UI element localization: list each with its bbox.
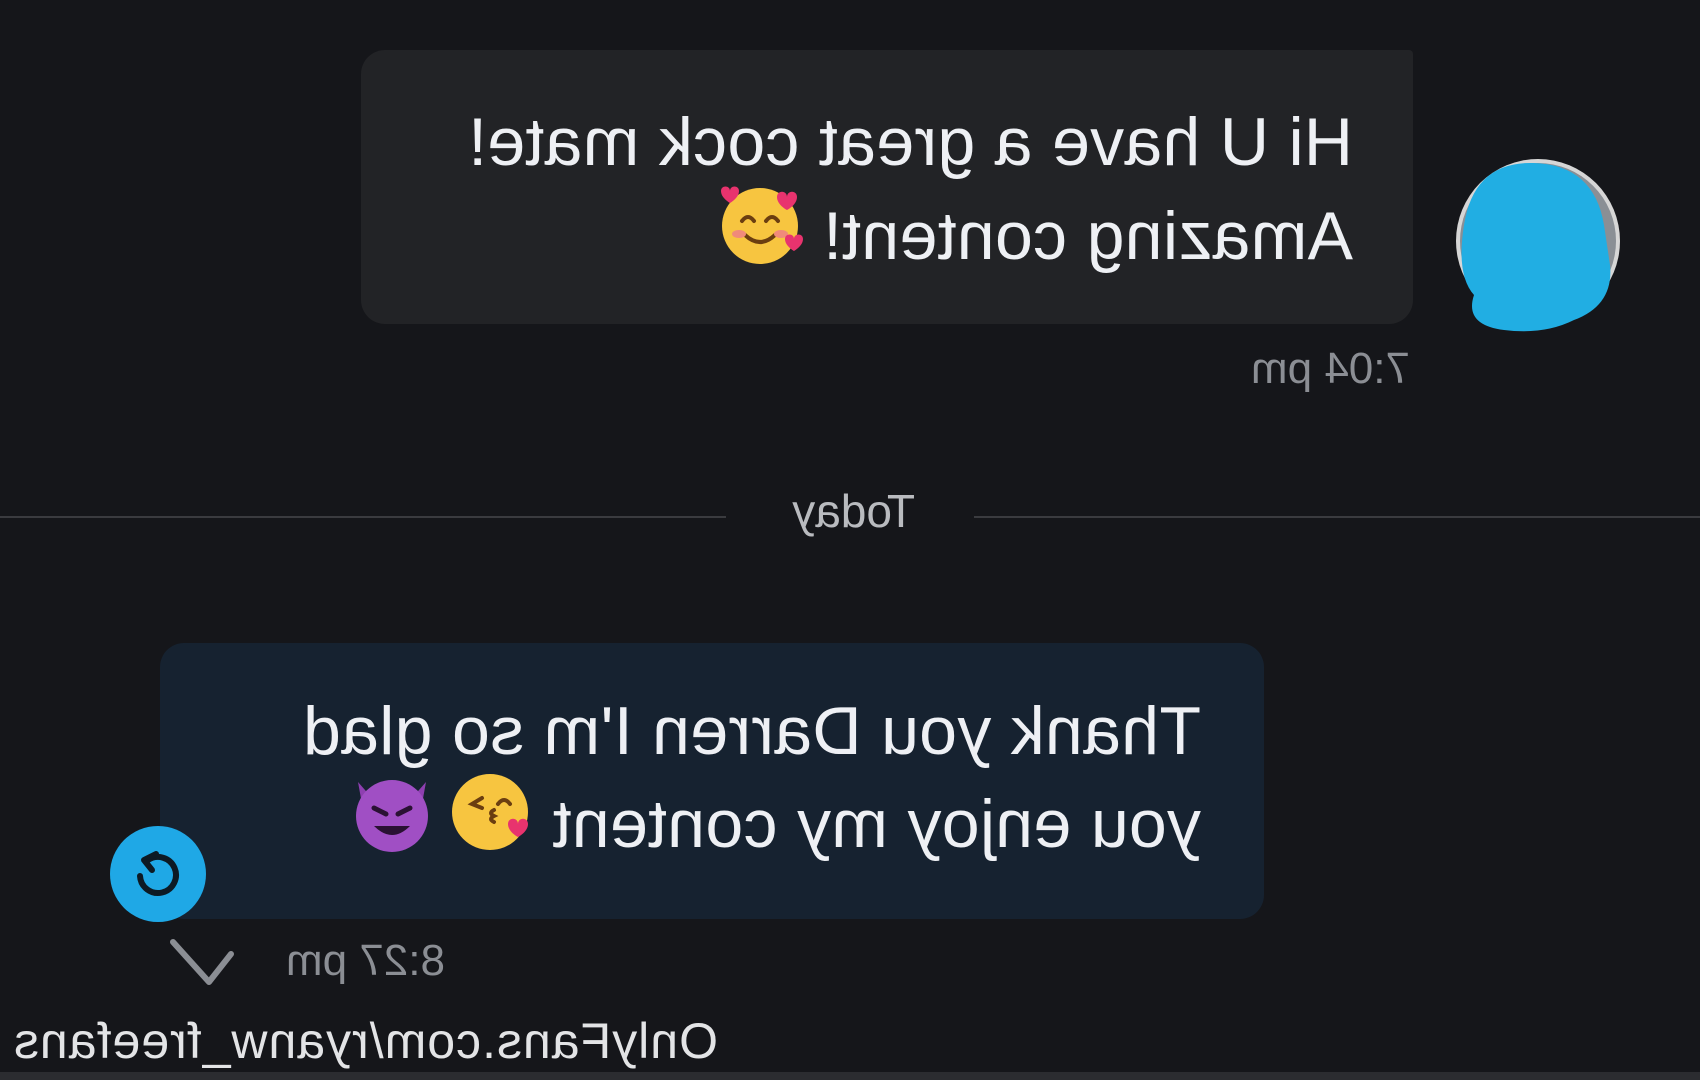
date-divider-line-left: [974, 516, 1700, 518]
incoming-message-line-1: Hi U have a great cock mate!: [467, 104, 1353, 180]
smiling-face-with-horns-icon: [348, 768, 436, 880]
avatar-icon: [1456, 159, 1620, 332]
face-blowing-a-kiss-icon: [446, 768, 534, 880]
smiling-face-with-hearts-icon: [715, 179, 805, 293]
bottom-edge: [0, 1072, 1700, 1080]
incoming-timestamp: 7:04 pm: [1251, 344, 1410, 393]
sender-avatar[interactable]: [1452, 155, 1624, 333]
date-divider-line-right: [0, 516, 726, 518]
outgoing-message-line-2: you enjoy my content: [220, 774, 1201, 880]
watermark: OnlyFans.com/ryanw_freefans: [12, 1013, 718, 1069]
outgoing-timestamp: 8:27 pm: [286, 936, 445, 985]
resend-button[interactable]: [110, 826, 206, 922]
chat-view: Hi U have a great cock mate! Amazing con…: [0, 0, 1700, 1080]
sent-checkmark-icon: [167, 938, 237, 988]
incoming-message-bubble[interactable]: Hi U have a great cock mate! Amazing con…: [361, 50, 1413, 324]
outgoing-message-bubble[interactable]: Thank you Darren I'm so glad you enjoy m…: [160, 643, 1264, 919]
incoming-message-line-2: Amazing content!: [421, 186, 1353, 293]
date-divider-label: Today: [792, 485, 915, 537]
incoming-message-text: Amazing content!: [822, 198, 1353, 275]
outgoing-message-text: you enjoy my content: [552, 786, 1201, 863]
refresh-icon: [137, 851, 179, 896]
outgoing-message-line-1: Thank you Darren I'm so glad: [302, 693, 1201, 769]
